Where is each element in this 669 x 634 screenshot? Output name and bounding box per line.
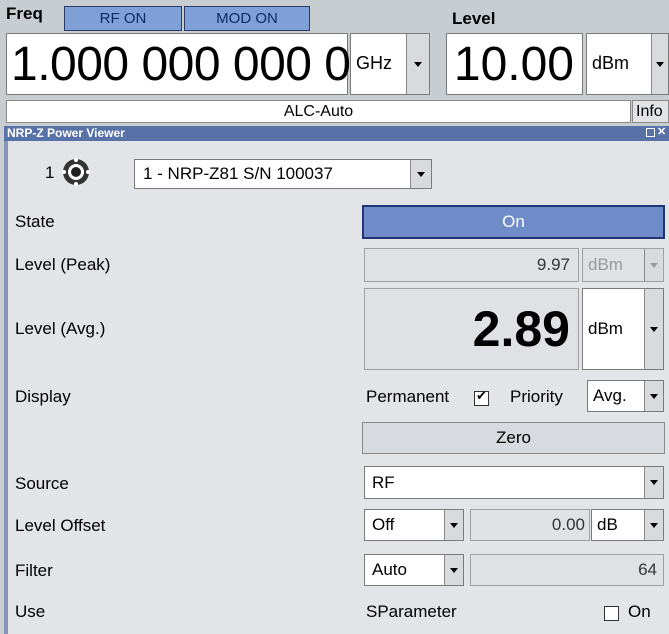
checkmark-icon: ✔ — [476, 388, 487, 404]
permanent-label: Permanent — [366, 387, 450, 406]
use-on-label: On — [628, 602, 651, 621]
level-unit: dBm — [592, 53, 630, 73]
level-label: Level — [452, 9, 496, 28]
frequency-value[interactable]: 1.000 000 000 00 — [6, 33, 377, 95]
filter-mode-select[interactable]: Auto — [364, 554, 464, 586]
frequency-unit-select[interactable]: GHz — [350, 33, 430, 95]
close-icon[interactable]: ✕ — [657, 127, 666, 138]
chevron-down-icon[interactable] — [444, 555, 463, 585]
level-peak-unit-select: dBm — [582, 248, 664, 282]
level-value[interactable]: 10.00 — [446, 33, 583, 95]
chevron-down-icon[interactable] — [644, 467, 663, 498]
rf-on-indicator[interactable]: RF ON — [64, 6, 182, 31]
chevron-down-icon[interactable] — [651, 34, 668, 94]
chevron-down-icon[interactable] — [444, 510, 463, 540]
level-avg-label: Level (Avg.) — [15, 319, 106, 338]
maximize-icon[interactable] — [646, 128, 655, 137]
sensor-select-value: 1 - NRP-Z81 S/N 100037 — [143, 164, 333, 183]
permanent-checkbox[interactable]: ✔ — [474, 388, 489, 408]
level-peak-value: 9.97 — [364, 248, 579, 282]
state-toggle-button[interactable]: On — [362, 205, 665, 239]
frequency-unit: GHz — [356, 53, 392, 73]
display-label: Display — [15, 387, 71, 406]
chevron-down-icon — [644, 249, 663, 281]
filter-mode: Auto — [372, 560, 407, 579]
level-avg-unit: dBm — [588, 319, 623, 338]
info-button[interactable]: Info — [632, 100, 669, 123]
alc-status: ALC-Auto — [6, 100, 631, 123]
level-avg-unit-select[interactable]: dBm — [582, 288, 664, 370]
level-offset-mode: Off — [372, 515, 395, 534]
chevron-down-icon[interactable] — [644, 510, 663, 540]
sensor-select[interactable]: 1 - NRP-Z81 S/N 100037 — [134, 159, 432, 189]
zero-button[interactable]: Zero — [362, 422, 665, 454]
source-value: RF — [372, 473, 395, 492]
filter-value: 64 — [470, 554, 664, 586]
use-on-checkbox[interactable] — [604, 605, 619, 623]
use-label: Use — [15, 602, 46, 621]
level-unit-select[interactable]: dBm — [586, 33, 669, 95]
level-peak-unit: dBm — [588, 255, 623, 274]
chevron-down-icon[interactable] — [644, 289, 663, 369]
level-offset-label: Level Offset — [15, 516, 106, 535]
chevron-down-icon[interactable] — [644, 381, 663, 411]
sparameter-label: SParameter — [366, 602, 457, 621]
source-select[interactable]: RF — [364, 466, 664, 499]
chevron-down-icon[interactable] — [410, 160, 431, 188]
level-peak-label: Level (Peak) — [15, 255, 111, 274]
state-label: State — [15, 212, 55, 231]
priority-label: Priority — [510, 387, 563, 406]
panel-title: NRP-Z Power Viewer — [7, 126, 125, 140]
level-offset-unit-select[interactable]: dB — [591, 509, 664, 541]
filter-label: Filter — [15, 561, 53, 580]
level-offset-mode-select[interactable]: Off — [364, 509, 464, 541]
mod-on-indicator[interactable]: MOD ON — [184, 6, 310, 31]
freq-label: Freq — [6, 4, 43, 23]
priority-select[interactable]: Avg. — [587, 380, 664, 412]
priority-value: Avg. — [593, 386, 627, 405]
panel-title-bar: NRP-Z Power Viewer ✕ — [4, 126, 669, 141]
source-label: Source — [15, 474, 69, 493]
sensor-connector-icon — [61, 157, 91, 187]
level-offset-unit: dB — [597, 515, 618, 534]
level-offset-value: 0.00 — [470, 509, 590, 541]
chevron-down-icon[interactable] — [406, 34, 429, 94]
level-avg-value: 2.89 — [364, 288, 579, 370]
sensor-index: 1 — [45, 163, 55, 182]
